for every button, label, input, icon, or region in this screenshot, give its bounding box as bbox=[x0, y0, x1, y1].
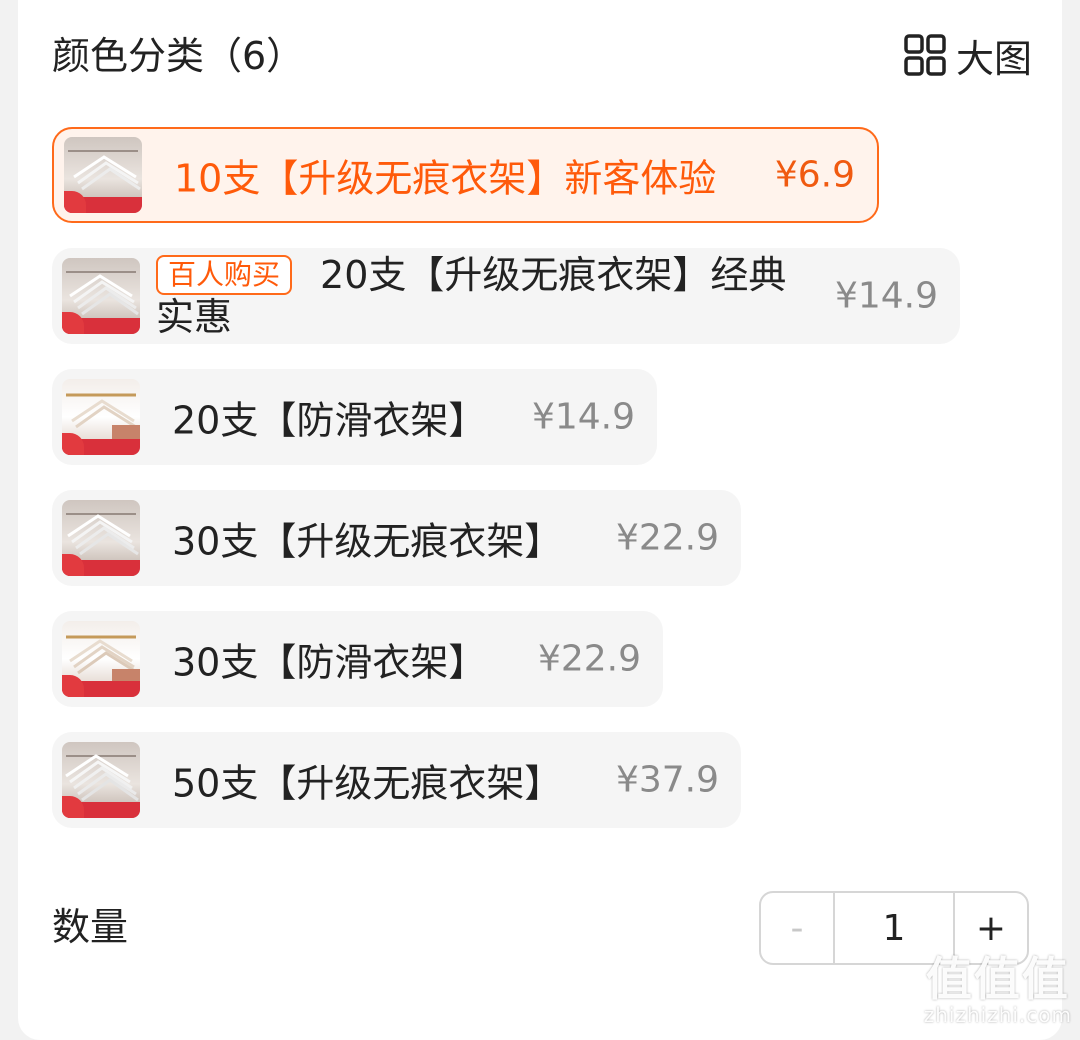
sku-option-50-upgraded[interactable]: 50支【升级无痕衣架】 ¥37.9 bbox=[52, 732, 741, 828]
sku-option-price: ¥6.9 bbox=[774, 154, 855, 196]
sku-option-label: 50支【升级无痕衣架】 bbox=[172, 761, 563, 806]
sku-option-price: ¥14.9 bbox=[834, 275, 938, 317]
watermark-url: zhizhizhi.com bbox=[923, 1003, 1072, 1027]
hanger-thumbnail-icon bbox=[62, 742, 140, 818]
hanger-thumbnail-icon bbox=[62, 621, 140, 697]
sku-option-price: ¥14.9 bbox=[531, 396, 635, 438]
sku-option-price: ¥37.9 bbox=[615, 759, 719, 801]
quantity-label: 数量 bbox=[52, 905, 129, 949]
hanger-thumbnail-icon bbox=[62, 379, 140, 455]
watermark: 值值值 zhizhizhi.com bbox=[924, 954, 1072, 1026]
sku-option-30-antislip[interactable]: 30支【防滑衣架】 ¥22.9 bbox=[52, 611, 663, 707]
sku-option-price: ¥22.9 bbox=[615, 517, 719, 559]
hanger-thumbnail-icon bbox=[62, 500, 140, 576]
sku-option-20-antislip[interactable]: 20支【防滑衣架】 ¥14.9 bbox=[52, 369, 657, 465]
sku-option-price: ¥22.9 bbox=[537, 638, 641, 680]
decrease-button[interactable]: - bbox=[761, 893, 835, 963]
hanger-thumbnail-icon bbox=[64, 137, 142, 213]
sku-option-label: 30支【升级无痕衣架】 bbox=[172, 519, 563, 564]
sku-option-30-upgraded[interactable]: 30支【升级无痕衣架】 ¥22.9 bbox=[52, 490, 741, 586]
sku-option-label: 20支【防滑衣架】 bbox=[172, 398, 487, 443]
grid-icon bbox=[904, 34, 946, 76]
big-image-label: 大图 bbox=[955, 36, 1032, 81]
hanger-thumbnail-icon bbox=[62, 258, 140, 334]
section-title: 颜色分类（6） bbox=[52, 34, 305, 78]
popular-tag: 百人购买 bbox=[156, 255, 293, 295]
watermark-logo: 值值值 bbox=[925, 952, 1070, 1006]
sku-option-label: 10支【升级无痕衣架】新客体验 bbox=[174, 156, 717, 201]
sku-option-10-upgraded[interactable]: 10支【升级无痕衣架】新客体验 ¥6.9 bbox=[52, 127, 879, 223]
sku-option-20-upgraded[interactable]: 百人购买 20支【升级无痕衣架】经典实惠 ¥14.9 bbox=[52, 248, 960, 344]
sku-option-label: 30支【防滑衣架】 bbox=[172, 640, 487, 685]
big-image-button[interactable]: 大图 bbox=[904, 28, 1032, 82]
